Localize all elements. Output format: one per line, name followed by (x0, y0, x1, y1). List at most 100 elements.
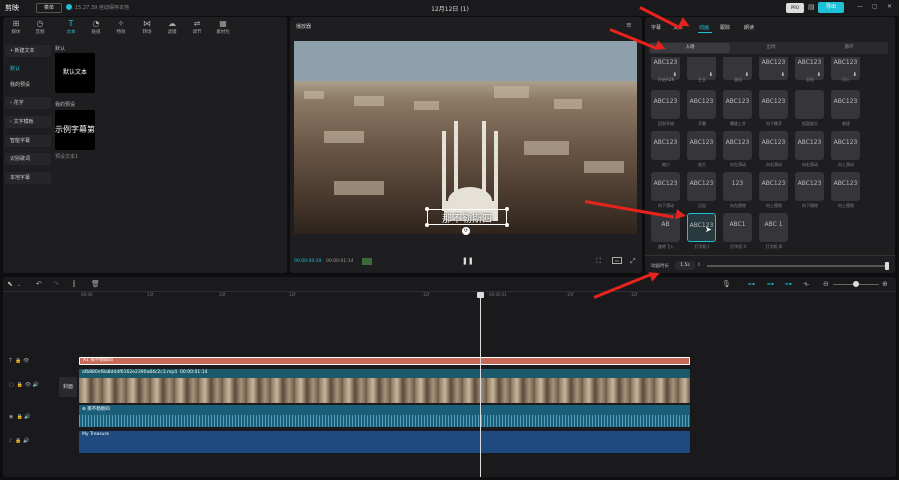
animation-tile[interactable]: ABC123 (831, 172, 860, 201)
animation-label: 收拢 (842, 121, 850, 126)
fullscreen-icon[interactable]: ⤢ (630, 257, 636, 266)
delete-icon[interactable]: 🗑 (91, 280, 100, 288)
tool-filter[interactable]: ☁ 滤镜 (160, 18, 184, 38)
section-default-title: 默认 (55, 46, 66, 52)
auto-snap-icon[interactable]: ⊶ (767, 280, 774, 288)
fit-icon[interactable]: ⛶ (596, 257, 601, 266)
video-preview[interactable]: 那不勒斯四 ⟳ (294, 41, 637, 235)
sidebar-smart-subtitle[interactable]: 智能字幕 (5, 135, 51, 147)
microphone-icon[interactable]: 🎙 (722, 280, 731, 288)
sidebar-fancy-text[interactable]: › 花字 (5, 97, 51, 109)
undo-icon[interactable]: ↶ (36, 280, 42, 288)
sidebar-new-text[interactable]: • 新建文本 (5, 45, 51, 57)
animation-tile[interactable]: ABC123 (687, 172, 716, 201)
animation-tile[interactable]: 123 (723, 172, 752, 201)
tab-underline (698, 32, 712, 33)
text-track-controls[interactable]: T 🔒 👁 (9, 358, 29, 364)
preset-caption: 预设文本1 (55, 154, 79, 160)
animation-tile[interactable]: ABC1 (723, 213, 752, 242)
tab-animation[interactable]: 动画 (699, 24, 709, 31)
animation-tile[interactable]: ABC123 (759, 131, 788, 160)
animation-tile[interactable]: ABC123 (759, 172, 788, 201)
animation-tile[interactable] (795, 90, 824, 119)
project-title[interactable]: 12月12日 (1) (400, 4, 500, 13)
tool-transition[interactable]: ⋈ 转场 (135, 18, 159, 38)
preview-axis-icon[interactable]: ⟛ (803, 280, 809, 289)
main-track-magnet-icon[interactable]: ⊶ (748, 280, 755, 288)
pause-icon[interactable]: ❚❚ (462, 257, 474, 265)
tool-text[interactable]: T 文本 (59, 18, 83, 38)
pro-badge[interactable]: PRO (786, 3, 804, 13)
close-icon[interactable]: ✕ (887, 3, 892, 10)
animation-tile[interactable]: ABC123 (759, 90, 788, 119)
redo-icon[interactable]: ↷ (53, 280, 59, 288)
animation-label: 向右滑动 (802, 162, 818, 167)
duration-slider-handle[interactable] (885, 262, 889, 270)
video-clip[interactable]: afb880ef8a8dddf6162e2390a84c2c3.mp4 00:0… (79, 369, 690, 403)
tool-effects[interactable]: ✧ 特效 (109, 18, 133, 38)
tab-subtitle[interactable]: 字幕 (651, 24, 661, 31)
playhead-handle[interactable] (477, 292, 484, 298)
tool-audio[interactable]: ◷ 音频 (28, 18, 52, 38)
animation-tile[interactable]: ABC123 (831, 90, 860, 119)
select-tool-icon[interactable]: ⬉ (7, 280, 13, 288)
animation-tile[interactable]: ABC123 (651, 90, 680, 119)
chevron-down-icon[interactable]: ⌄ (17, 282, 21, 288)
rotate-icon[interactable]: ⟳ (462, 227, 470, 235)
menu-button[interactable]: 菜单 (36, 3, 62, 13)
tab-tracking[interactable]: 跟踪 (720, 24, 730, 31)
cover-button[interactable]: 封面 (59, 377, 77, 397)
animation-tile[interactable]: ABC 1 (759, 213, 788, 242)
sidebar-local-subtitle[interactable]: 本地字幕 (5, 172, 51, 184)
zoom-out-icon[interactable]: ⊖ (823, 280, 829, 288)
tool-media[interactable]: ⊞ 媒体 (4, 18, 28, 38)
default-text-card[interactable]: 默认文本 (55, 53, 95, 93)
animation-tile[interactable]: ABC123 (831, 131, 860, 160)
export-button[interactable]: 导出 (818, 2, 844, 13)
maximize-icon[interactable]: ▢ (872, 3, 878, 10)
zoom-in-icon[interactable]: ⊕ (882, 280, 888, 288)
ratio-button[interactable]: ▭ (612, 257, 622, 264)
animation-tile[interactable]: ABC123 (795, 131, 824, 160)
duration-slider[interactable] (707, 265, 887, 267)
music-clip[interactable]: My Treasure (79, 431, 690, 453)
sidebar-recognize-lyrics[interactable]: 识别歌词 (5, 153, 51, 165)
transition-icon: ⋈ (143, 19, 151, 28)
sidebar-my-presets[interactable]: 我的预设 (5, 79, 51, 91)
tool-adjust[interactable]: ⇌ 调节 (185, 18, 209, 38)
sidebar-text-template[interactable]: › 文字模板 (5, 116, 51, 128)
linkage-icon[interactable]: ⊶ (785, 280, 792, 288)
sidebar-default[interactable]: 默认 (5, 63, 51, 75)
animation-tile[interactable]: ABC123 ⬇ (759, 57, 788, 80)
animation-tile[interactable]: ABC123 (651, 172, 680, 201)
player-menu-icon[interactable]: ≡ (626, 21, 632, 29)
minimize-icon[interactable]: — (857, 3, 863, 10)
animation-label: 向左擦除 (730, 203, 746, 208)
animation-tile[interactable]: ABC123 (687, 90, 716, 119)
animation-tile[interactable]: ABC123 (723, 90, 752, 119)
tool-material-pack[interactable]: ▦ 素材包 (211, 18, 235, 38)
subtitle-text: 那不勒斯四 (442, 214, 492, 225)
segment-loop[interactable]: 循环 (809, 43, 889, 53)
playhead[interactable] (480, 293, 481, 477)
music-track-controls[interactable]: ♪ 🔒 🔊 (9, 438, 29, 444)
total-time: 00:00:01:14 (326, 259, 354, 264)
preset-text-card[interactable]: 示例字幕第- (55, 110, 95, 150)
audio-waveform (79, 415, 690, 427)
tool-sticker[interactable]: ◔ 贴纸 (84, 18, 108, 38)
audio-track-controls[interactable]: ◉ 🔒 🔊 (9, 414, 31, 420)
video-track-controls[interactable]: ▢ 🔒 👁 🔊 (9, 382, 39, 388)
stepper-icon[interactable]: ⇕ (697, 262, 701, 268)
animation-tile[interactable]: ABC123 (651, 131, 680, 160)
duration-value[interactable]: 1.5s (675, 261, 695, 270)
tab-read-aloud[interactable]: 朗读 (744, 24, 754, 31)
audio-clip[interactable]: ⊕ 那不勒斯四 (79, 405, 690, 427)
animation-tile[interactable]: ABC123 (795, 172, 824, 201)
animation-tile[interactable]: ABC123 (687, 131, 716, 160)
layout-icon[interactable]: ▤ (808, 3, 815, 11)
text-clip[interactable]: A1 那不勒斯四 (79, 357, 690, 365)
split-icon[interactable]: ⫿ (73, 280, 75, 289)
zoom-slider-handle[interactable] (853, 281, 859, 287)
animation-tile[interactable]: ABC123 (723, 131, 752, 160)
segment-out[interactable]: 出场 (731, 43, 811, 53)
